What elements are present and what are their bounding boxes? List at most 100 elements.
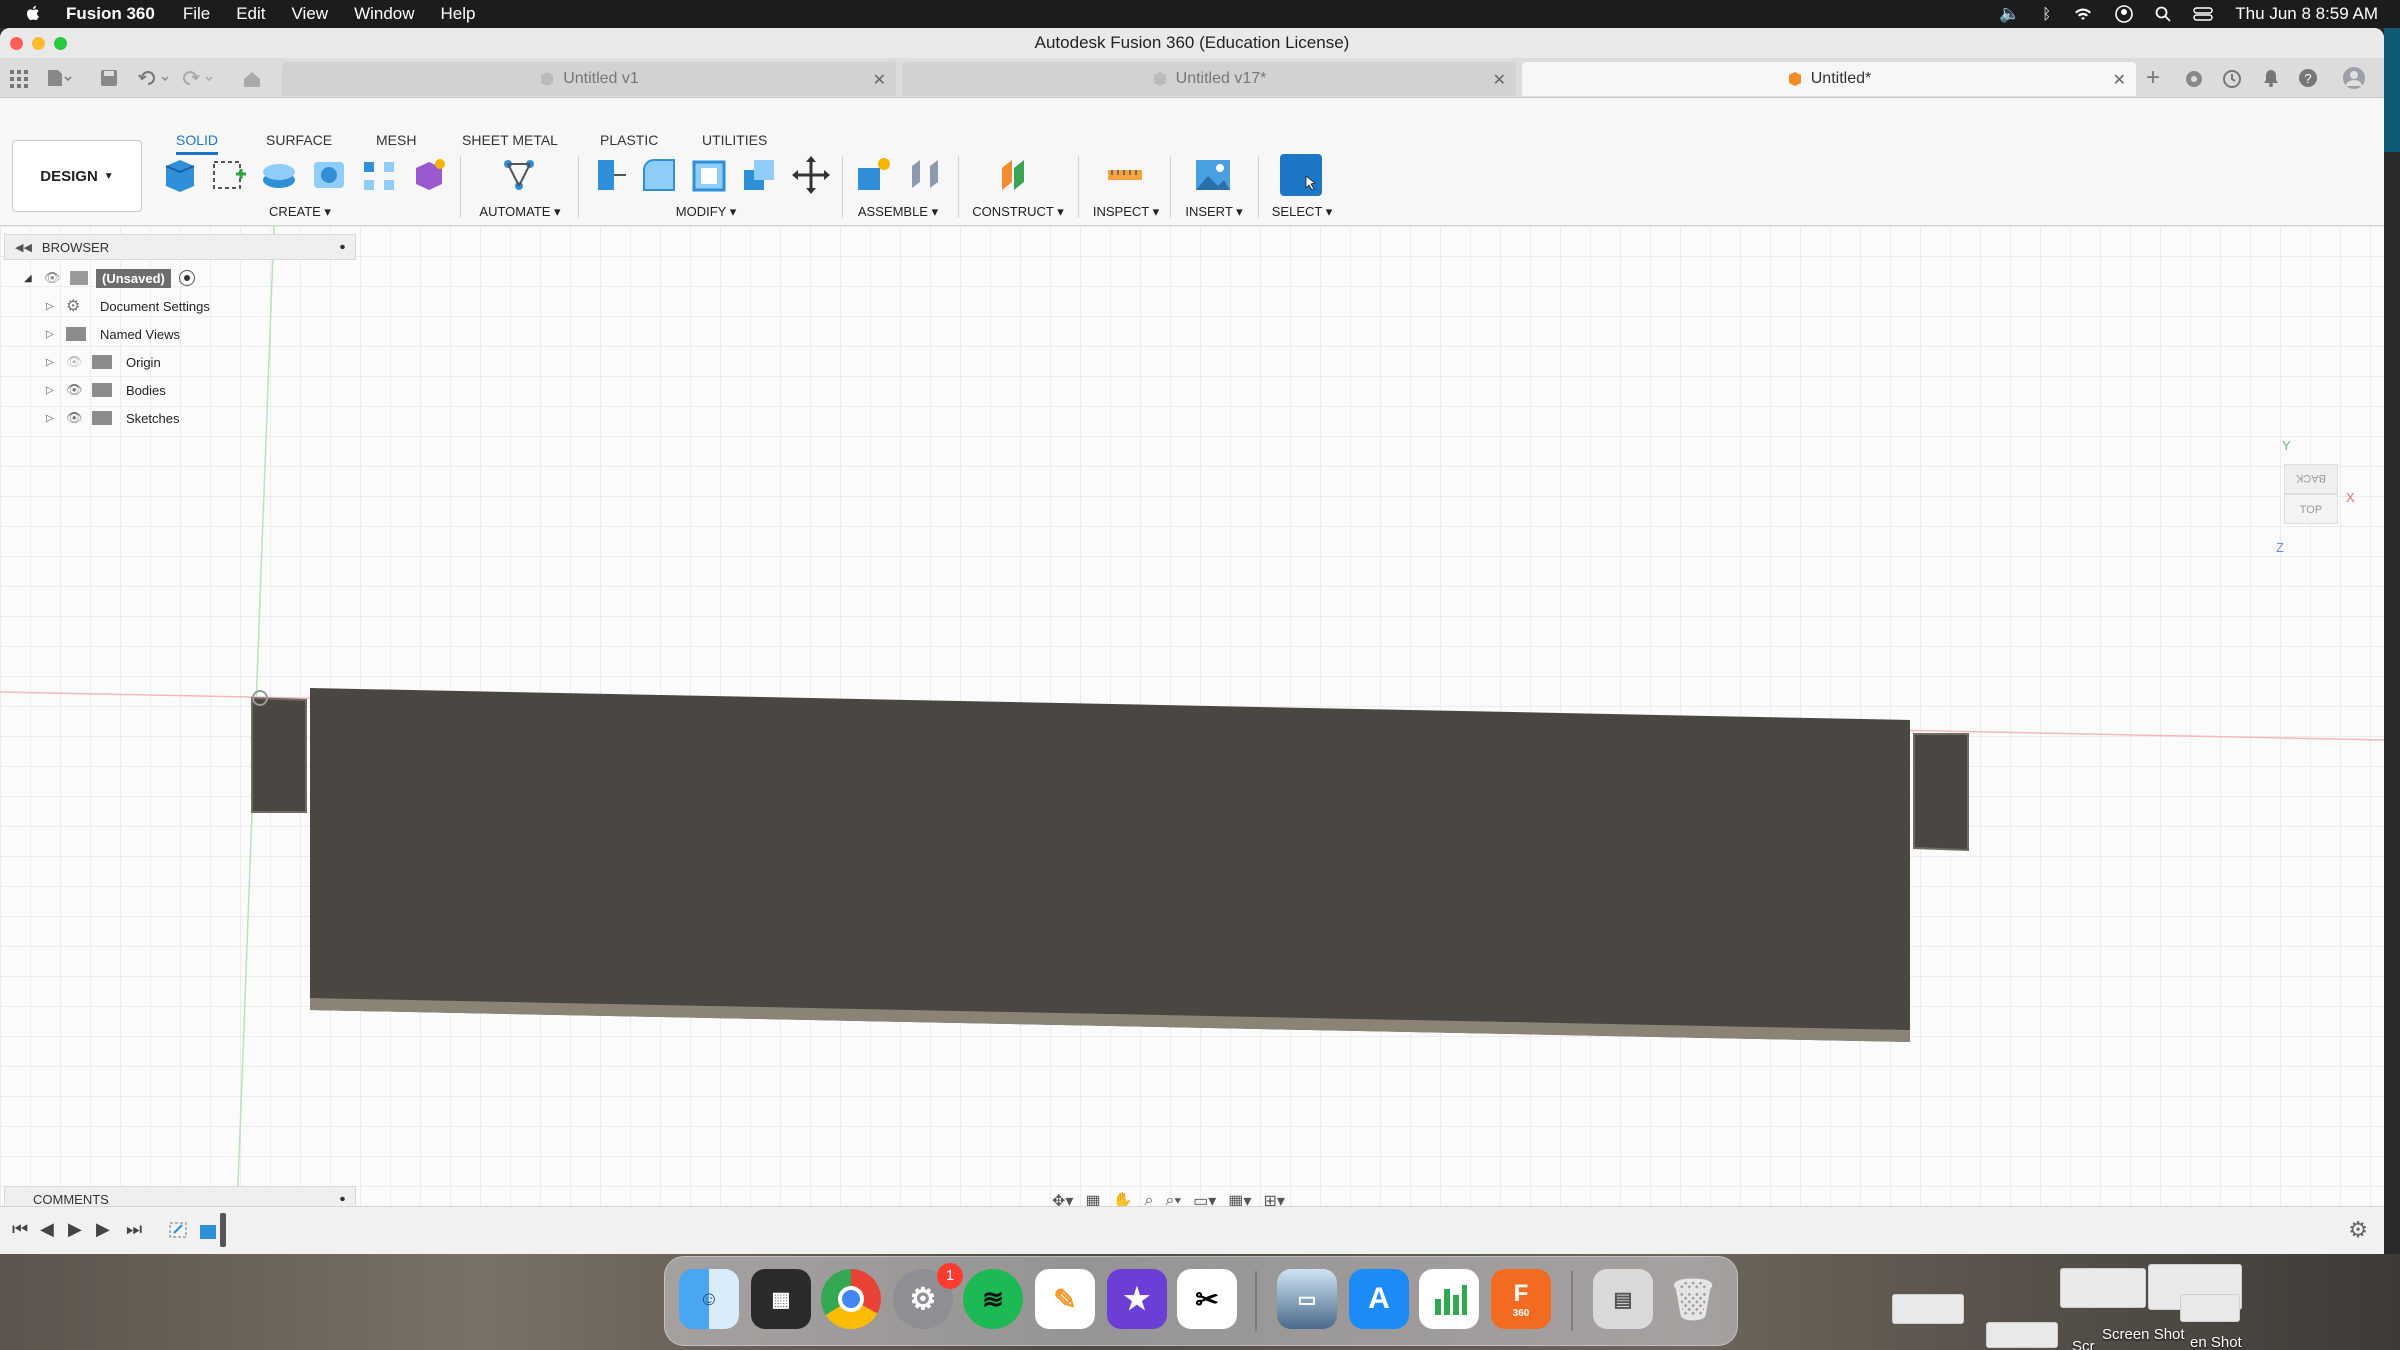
panel-pin-icon[interactable]: ⏺ — [340, 1194, 345, 1205]
new-tab-icon[interactable]: + — [2146, 64, 2160, 92]
browser-panel-header[interactable]: ◀◀ BROWSER ⏺ — [4, 234, 356, 260]
viewcube-back-face[interactable]: BACK — [2284, 464, 2338, 494]
job-status-icon[interactable] — [2222, 69, 2242, 89]
modify-group-label[interactable]: MODIFY ▾ — [676, 204, 736, 220]
menu-file[interactable]: File — [183, 4, 210, 24]
spotify-app-icon[interactable]: ≋ — [963, 1269, 1023, 1329]
activate-radio-icon[interactable] — [178, 270, 195, 286]
viewcube-top-face[interactable]: TOP — [2284, 494, 2338, 524]
form-icon[interactable] — [408, 154, 450, 196]
offset-plane-icon[interactable] — [996, 154, 1038, 196]
collapse-panel-icon[interactable]: ◀◀ — [15, 241, 32, 254]
step-back-icon[interactable]: ◀ — [40, 1219, 54, 1240]
finder-app-icon[interactable]: ☺ — [679, 1269, 739, 1329]
zoom-window-button[interactable] — [54, 37, 67, 50]
preview-app-icon[interactable]: ▭ — [1277, 1269, 1337, 1329]
canvas-viewport[interactable]: ◀◀ BROWSER ⏺ ◢ 👁 (Unsaved) ▷ ⚙ Document … — [0, 226, 2384, 1212]
close-tab-icon[interactable]: ✕ — [1493, 70, 1506, 90]
create-group-label[interactable]: CREATE ▾ — [269, 204, 331, 220]
help-icon[interactable]: ? — [2298, 68, 2318, 88]
close-tab-icon[interactable]: ✕ — [873, 70, 886, 90]
expand-triangle-icon[interactable]: ▷ — [46, 385, 66, 396]
tree-item-root[interactable]: ◢ 👁 (Unsaved) — [10, 264, 350, 292]
assemble-group-label[interactable]: ASSEMBLE ▾ — [858, 204, 938, 220]
tab-sheet-metal[interactable]: SHEET METAL — [462, 132, 558, 148]
expand-triangle-icon[interactable]: ▷ — [46, 301, 66, 312]
timeline-sketch-feature-icon[interactable] — [168, 1219, 190, 1241]
create-sketch-icon[interactable] — [208, 154, 250, 196]
menu-edit[interactable]: Edit — [236, 4, 265, 24]
move-icon[interactable] — [790, 154, 832, 196]
insert-group-label[interactable]: INSERT ▾ — [1185, 204, 1242, 220]
workspace-switcher[interactable]: DESIGN ▼ — [12, 140, 142, 212]
tree-item-bodies[interactable]: ▷ 👁 Bodies — [10, 376, 350, 404]
expand-triangle-icon[interactable]: ▷ — [46, 413, 66, 424]
undo-icon[interactable] — [138, 69, 174, 87]
menubar-clock[interactable]: Thu Jun 8 8:59 AM — [2235, 4, 2378, 24]
close-tab-icon[interactable]: ✕ — [2113, 70, 2126, 90]
tree-item-sketches[interactable]: ▷ 👁 Sketches — [10, 404, 350, 432]
control-center-icon[interactable] — [2193, 6, 2213, 22]
step-forward-icon[interactable]: ▶ — [96, 1219, 110, 1240]
file-menu-icon[interactable] — [46, 68, 72, 88]
downloads-stack-icon[interactable]: ▤ — [1593, 1269, 1653, 1329]
select-icon[interactable] — [1280, 154, 1322, 196]
wifi-icon[interactable] — [2073, 6, 2093, 22]
construct-group-label[interactable]: CONSTRUCT ▾ — [972, 204, 1064, 220]
go-to-start-icon[interactable]: ⏮ — [12, 1219, 28, 1240]
go-to-end-icon[interactable]: ⏭ — [126, 1219, 142, 1240]
visibility-eye-icon[interactable]: 👁 — [44, 270, 70, 286]
timeline-marker[interactable] — [220, 1213, 226, 1247]
shell-icon[interactable] — [688, 154, 730, 196]
tree-item-origin[interactable]: ▷ 👁 Origin — [10, 348, 350, 376]
close-window-button[interactable] — [10, 37, 23, 50]
extrude-icon[interactable] — [258, 154, 300, 196]
visibility-eye-icon[interactable]: 👁 — [66, 382, 92, 398]
play-icon[interactable]: ▶ — [68, 1219, 82, 1240]
redo-icon[interactable] — [182, 69, 218, 87]
desktop-screenshot-thumb[interactable] — [1986, 1322, 2058, 1348]
tab-untitled-v1[interactable]: Untitled v1 ✕ — [282, 62, 896, 96]
as-built-joint-icon[interactable] — [904, 154, 946, 196]
tab-untitled-v17[interactable]: Untitled v17* ✕ — [902, 62, 1516, 96]
tab-mesh[interactable]: MESH — [376, 132, 416, 148]
hidden-eye-icon[interactable]: 👁 — [66, 354, 92, 370]
panel-pin-icon[interactable]: ⏺ — [340, 242, 345, 253]
rectangular-pattern-icon[interactable] — [358, 154, 400, 196]
chrome-app-icon[interactable] — [821, 1269, 881, 1329]
fusion-360-app-icon[interactable]: F 360 — [1491, 1269, 1551, 1329]
desktop-screenshot-thumb[interactable] — [2180, 1294, 2240, 1322]
expand-triangle-icon[interactable]: ▷ — [46, 357, 66, 368]
apple-icon[interactable] — [24, 4, 42, 24]
timeline-settings-gear-icon[interactable]: ⚙ — [2348, 1217, 2368, 1243]
notifications-icon[interactable] — [2262, 68, 2280, 88]
menu-help[interactable]: Help — [441, 4, 476, 24]
new-component-icon[interactable] — [158, 154, 200, 196]
automate-group-label[interactable]: AUTOMATE ▾ — [479, 204, 560, 220]
visibility-eye-icon[interactable]: 👁 — [66, 410, 92, 426]
bluetooth-icon[interactable]: ᛒ — [2042, 6, 2051, 23]
inspect-group-label[interactable]: INSPECT ▾ — [1093, 204, 1159, 220]
fillet-icon[interactable] — [638, 154, 680, 196]
menu-view[interactable]: View — [292, 4, 329, 24]
new-joint-icon[interactable] — [852, 154, 894, 196]
tab-untitled-active[interactable]: Untitled* ✕ — [1522, 62, 2136, 96]
expand-triangle-icon[interactable]: ▷ — [46, 329, 66, 340]
automate-icon[interactable] — [498, 154, 540, 196]
expand-triangle-icon[interactable]: ◢ — [24, 273, 44, 284]
app-store-app-icon[interactable]: A — [1349, 1269, 1409, 1329]
home-icon[interactable] — [242, 70, 262, 88]
tree-item-document-settings[interactable]: ▷ ⚙ Document Settings — [10, 292, 350, 320]
insert-image-icon[interactable] — [1192, 154, 1234, 196]
numbers-app-icon[interactable] — [1419, 1269, 1479, 1329]
profile-avatar-icon[interactable] — [2342, 66, 2366, 90]
spotlight-search-icon[interactable] — [2155, 6, 2171, 22]
menubar-app-name[interactable]: Fusion 360 — [66, 4, 155, 24]
trash-icon[interactable]: 🗑 — [1663, 1269, 1723, 1329]
extensions-icon[interactable] — [2184, 69, 2204, 89]
press-pull-icon[interactable] — [588, 154, 630, 196]
data-panel-grid-icon[interactable] — [10, 70, 28, 88]
minimize-window-button[interactable] — [32, 37, 45, 50]
save-icon[interactable] — [100, 69, 118, 87]
tab-utilities[interactable]: UTILITIES — [702, 132, 767, 148]
